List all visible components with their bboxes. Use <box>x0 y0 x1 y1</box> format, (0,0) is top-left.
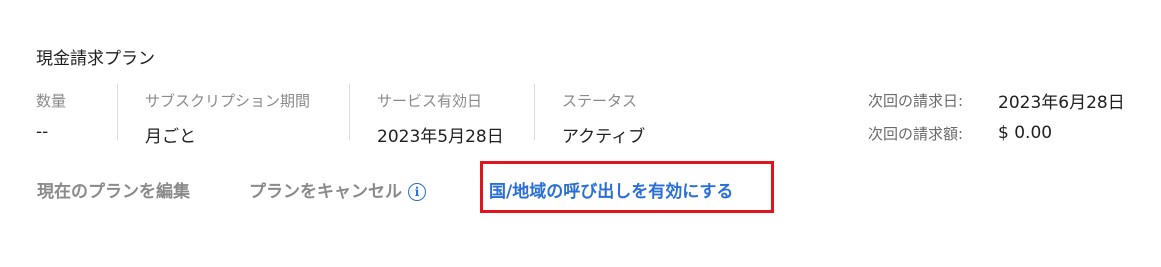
next-billing-amount-row: 次回の請求額: $ 0.00 <box>868 123 1125 143</box>
subscription-period-column: サブスクリプション期間 月ごと <box>145 90 310 147</box>
plan-panel: 現金請求プラン 数量 -- サブスクリプション期間 月ごと サービス有効日 20… <box>0 0 1161 267</box>
next-billing-amount-value: $ 0.00 <box>998 123 1053 143</box>
next-billing-date-value: 2023年6月28日 <box>998 92 1125 113</box>
enable-calling-link[interactable]: 国/地域の呼び出しを有効にする <box>489 177 733 202</box>
status-value: アクティブ <box>562 127 646 147</box>
billing-summary: 次回の請求日: 2023年6月28日 次回の請求額: $ 0.00 <box>868 90 1125 144</box>
status-label: ステータス <box>562 92 638 110</box>
next-billing-amount-label: 次回の請求額: <box>868 124 964 143</box>
next-billing-date-row: 次回の請求日: 2023年6月28日 <box>868 90 1125 113</box>
status-column: ステータス アクティブ <box>562 90 645 147</box>
next-billing-date-label: 次回の請求日: <box>868 91 964 110</box>
cancel-plan-button[interactable]: プランをキャンセル i <box>249 177 426 202</box>
info-icon[interactable]: i <box>408 183 426 201</box>
edit-plan-button[interactable]: 現在のプランを編集 <box>37 177 190 202</box>
plan-title: 現金請求プラン <box>36 49 155 69</box>
subscription-period-label: サブスクリプション期間 <box>145 92 311 110</box>
service-start-label: サービス有効日 <box>377 92 483 110</box>
quantity-value: -- <box>36 122 49 142</box>
subscription-period-value: 月ごと <box>145 127 196 147</box>
service-start-column: サービス有効日 2023年5月28日 <box>377 90 504 147</box>
divider <box>117 84 118 140</box>
quantity-label: 数量 <box>36 92 67 110</box>
divider <box>534 84 535 140</box>
divider <box>349 84 350 140</box>
service-start-value: 2023年5月28日 <box>377 127 504 147</box>
cancel-plan-label: プランをキャンセル <box>249 182 402 202</box>
quantity-column: 数量 -- <box>36 90 66 142</box>
